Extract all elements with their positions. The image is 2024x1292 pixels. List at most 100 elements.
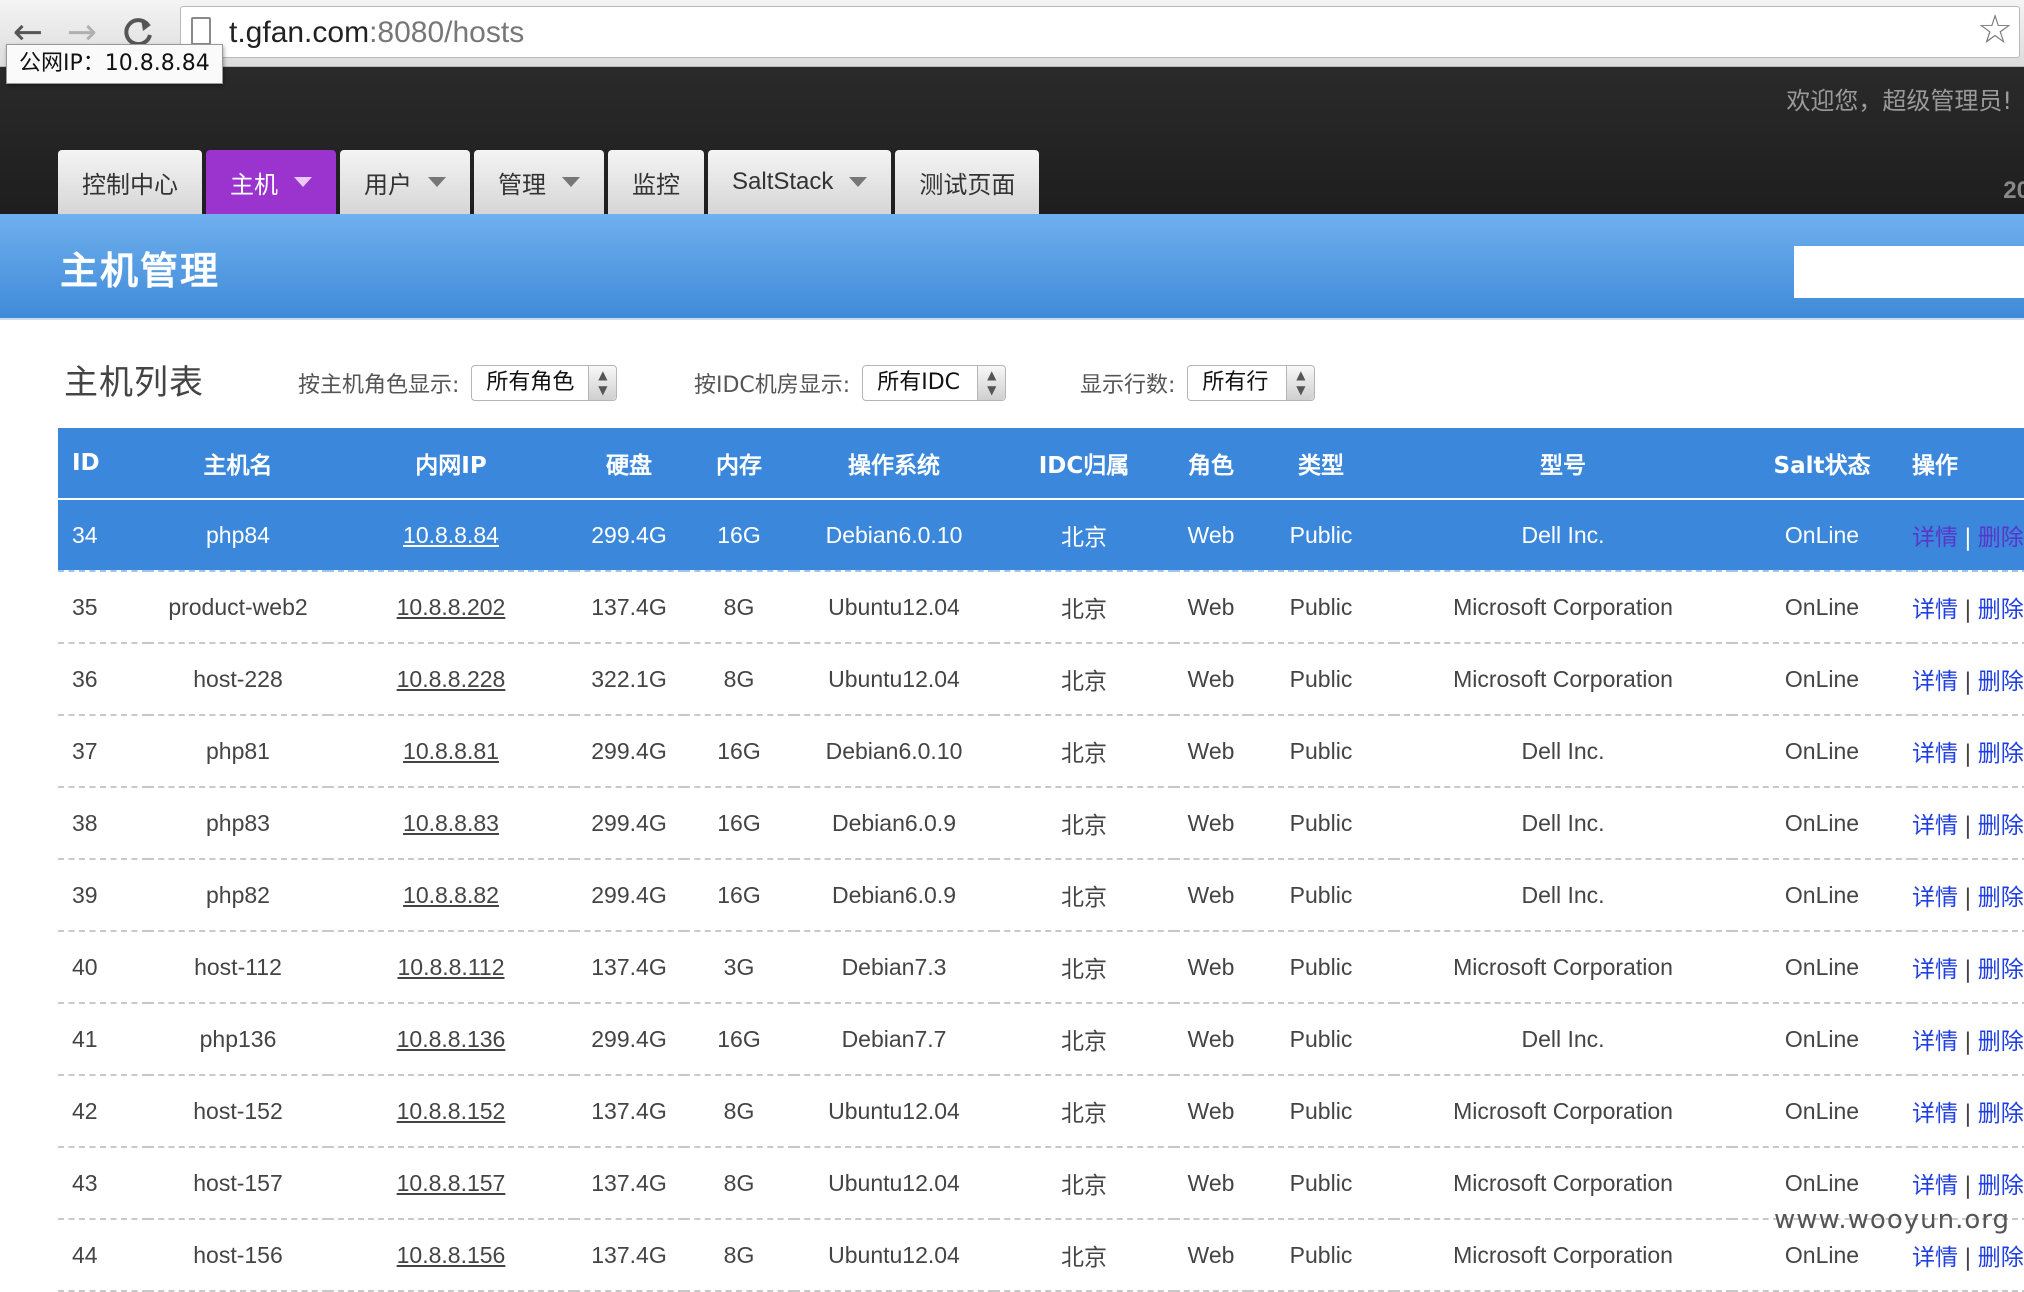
detail-link[interactable]: 详情 <box>1912 597 1958 623</box>
detail-link[interactable]: 详情 <box>1912 1245 1958 1271</box>
detail-link[interactable]: 详情 <box>1912 525 1958 551</box>
table-row[interactable]: 41 php136 10.8.8.136 299.4G 16G Debian7.7 北京 We… <box>58 1003 2024 1076</box>
host-table: ID 主机名 内网IP 硬盘 内存 操作系统 IDC归属 角色 类型 型号 Sa… <box>58 428 2024 1292</box>
link-separator: | <box>1964 885 1972 911</box>
cell-type: Public <box>1248 643 1394 716</box>
table-row[interactable]: 38 php83 10.8.8.83 299.4G 16G Debian6.0.9 北京 We… <box>58 787 2024 860</box>
cell-type: Public <box>1248 715 1394 788</box>
detail-link[interactable]: 详情 <box>1912 957 1958 983</box>
ip-link[interactable]: 10.8.8.156 <box>397 1242 506 1268</box>
cell-ip: 10.8.8.136 <box>328 1003 574 1076</box>
detail-link[interactable]: 详情 <box>1912 885 1958 911</box>
cell-disk: 299.4G <box>574 1003 684 1076</box>
caret-down-icon <box>849 177 868 187</box>
table-row[interactable]: 42 host-152 10.8.8.152 137.4G 8G Ubuntu12.04 北… <box>58 1075 2024 1148</box>
delete-link[interactable]: 删除 <box>1978 669 2024 695</box>
cell-idc: 北京 <box>994 931 1174 1004</box>
delete-link[interactable]: 删除 <box>1978 1101 2024 1127</box>
bookmark-star-icon[interactable]: ☆ <box>1977 7 2013 53</box>
tab-hosts[interactable]: 主机 <box>206 150 336 214</box>
rows-select[interactable]: 所有行 ▲ ▼ <box>1187 365 1316 401</box>
column-header[interactable]: 角色 <box>1174 428 1248 500</box>
detail-link[interactable]: 详情 <box>1912 813 1958 839</box>
delete-link[interactable]: 删除 <box>1978 597 2024 623</box>
cell-model: Dell Inc. <box>1394 859 1732 932</box>
tab-users[interactable]: 用户 <box>340 150 470 214</box>
detail-link[interactable]: 详情 <box>1912 741 1958 767</box>
table-header-row: ID 主机名 内网IP 硬盘 内存 操作系统 IDC归属 角色 类型 型号 Sa… <box>58 428 2024 500</box>
column-header[interactable]: Salt状态 <box>1732 428 1912 500</box>
ip-link[interactable]: 10.8.8.84 <box>403 522 499 548</box>
column-header[interactable]: 型号 <box>1394 428 1732 500</box>
address-bar[interactable]: t.gfan.com:8080/hosts ☆ <box>180 6 2020 58</box>
ip-link[interactable]: 10.8.8.228 <box>397 666 506 692</box>
cell-id: 44 <box>58 1219 148 1292</box>
ip-link[interactable]: 10.8.8.112 <box>397 954 504 980</box>
column-header[interactable]: 主机名 <box>148 428 328 500</box>
table-row[interactable]: 35 product-web2 10.8.8.202 137.4G 8G Ubuntu12… <box>58 571 2024 644</box>
ip-link[interactable]: 10.8.8.82 <box>403 882 499 908</box>
detail-link[interactable]: 详情 <box>1912 1173 1958 1199</box>
cell-ip: 10.8.8.152 <box>328 1075 574 1148</box>
detail-link[interactable]: 详情 <box>1912 669 1958 695</box>
tab-label: SaltStack <box>732 168 834 195</box>
cell-role: Web <box>1174 499 1248 572</box>
delete-link[interactable]: 删除 <box>1978 1173 2024 1199</box>
caret-down-icon <box>428 177 446 187</box>
column-header[interactable]: 内存 <box>684 428 794 500</box>
ip-link[interactable]: 10.8.8.81 <box>403 738 499 764</box>
detail-link[interactable]: 详情 <box>1912 1029 1958 1055</box>
column-header[interactable]: ID <box>58 428 148 500</box>
delete-link[interactable]: 删除 <box>1978 885 2024 911</box>
table-row[interactable]: 39 php82 10.8.8.82 299.4G 16G Debian6.0.9 北京 We… <box>58 859 2024 932</box>
table-row[interactable]: 43 host-157 10.8.8.157 137.4G 8G Ubuntu12.04 北… <box>58 1147 2024 1220</box>
cell-disk: 137.4G <box>574 571 684 644</box>
table-row[interactable]: 36 host-228 10.8.8.228 322.1G 8G Ubuntu12.04 北… <box>58 643 2024 716</box>
delete-link[interactable]: 删除 <box>1978 525 2024 551</box>
cell-name: host-156 <box>148 1219 328 1292</box>
cell-role: Web <box>1174 1147 1248 1220</box>
detail-link[interactable]: 详情 <box>1912 1101 1958 1127</box>
column-header[interactable]: 操作 <box>1912 428 2024 500</box>
tab-manage[interactable]: 管理 <box>474 150 604 214</box>
column-header[interactable]: 硬盘 <box>574 428 684 500</box>
column-header[interactable]: IDC归属 <box>994 428 1174 500</box>
role-select[interactable]: 所有角色 ▲ ▼ <box>471 365 618 401</box>
table-row[interactable]: 44 host-156 10.8.8.156 137.4G 8G Ubuntu12.04 北… <box>58 1219 2024 1292</box>
cell-id: 34 <box>58 499 148 572</box>
cell-idc: 北京 <box>994 787 1174 860</box>
delete-link[interactable]: 删除 <box>1978 741 2024 767</box>
delete-link[interactable]: 删除 <box>1978 957 2024 983</box>
table-row[interactable]: 37 php81 10.8.8.81 299.4G 16G Debian6.0.10 北京 W… <box>58 715 2024 788</box>
ip-link[interactable]: 10.8.8.202 <box>397 594 506 620</box>
cell-model: Microsoft Corporation <box>1394 571 1732 644</box>
ip-link[interactable]: 10.8.8.83 <box>403 810 499 836</box>
idc-select[interactable]: 所有IDC ▲ ▼ <box>862 365 1007 401</box>
cell-salt: OnLine <box>1732 499 1912 572</box>
search-input[interactable] <box>1794 246 2024 298</box>
ip-link[interactable]: 10.8.8.152 <box>397 1098 506 1124</box>
ip-link[interactable]: 10.8.8.136 <box>397 1026 506 1052</box>
tab-control-center[interactable]: 控制中心 <box>58 150 202 214</box>
url-text[interactable]: t.gfan.com:8080/hosts <box>229 16 524 50</box>
cell-os: Debian6.0.10 <box>794 499 994 572</box>
column-header[interactable]: 类型 <box>1248 428 1394 500</box>
tab-saltstack[interactable]: SaltStack <box>708 150 892 214</box>
delete-link[interactable]: 删除 <box>1978 813 2024 839</box>
ip-link[interactable]: 10.8.8.157 <box>397 1170 506 1196</box>
cell-role: Web <box>1174 643 1248 716</box>
role-select-value: 所有角色 <box>486 370 575 395</box>
column-header[interactable]: 内网IP <box>328 428 574 500</box>
table-row[interactable]: 40 host-112 10.8.8.112 137.4G 3G Debian7.3 北京 W… <box>58 931 2024 1004</box>
column-header[interactable]: 操作系统 <box>794 428 994 500</box>
table-row[interactable]: 34 php84 10.8.8.84 299.4G 16G Debian6.0.10 北京 W… <box>58 499 2024 572</box>
cell-type: Public <box>1248 787 1394 860</box>
tab-test-page[interactable]: 测试页面 <box>895 150 1040 214</box>
cell-mem: 8G <box>684 1147 794 1220</box>
delete-link[interactable]: 删除 <box>1978 1029 2024 1055</box>
cell-type: Public <box>1248 859 1394 932</box>
tab-monitor[interactable]: 监控 <box>608 150 704 214</box>
page-icon <box>191 17 211 45</box>
delete-link[interactable]: 删除 <box>1978 1245 2024 1271</box>
caret-down-icon <box>294 177 312 187</box>
